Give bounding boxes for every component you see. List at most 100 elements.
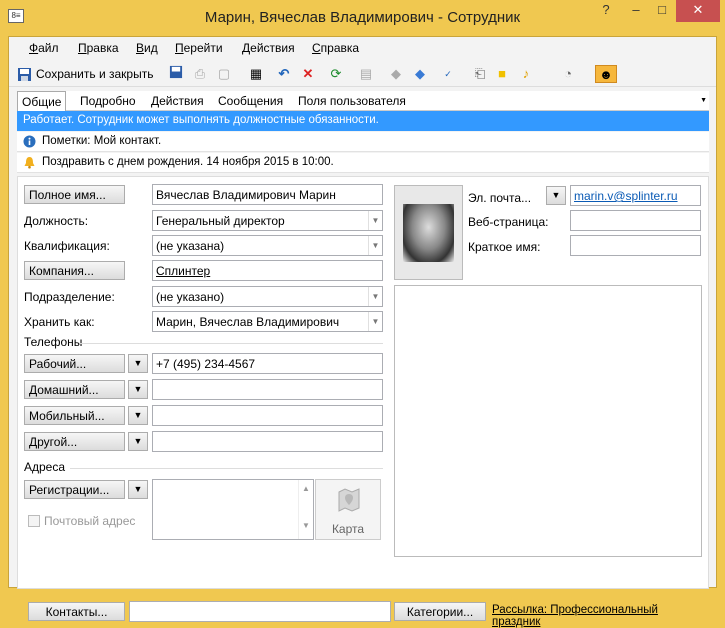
reminder-bell-icon[interactable]: ♪ — [517, 65, 535, 83]
position-select[interactable]: Генеральный директор ▼ — [152, 210, 383, 231]
chevron-down-icon[interactable]: ▼ — [128, 406, 148, 425]
tab-general[interactable]: Общие — [17, 91, 67, 111]
menu-file[interactable]: Файл — [29, 41, 59, 55]
print-icon[interactable]: ⎙ — [191, 65, 209, 83]
chevron-down-icon[interactable]: ▼ — [368, 236, 382, 255]
contact-photo[interactable] — [394, 185, 463, 280]
chevron-down-icon[interactable]: ▼ — [128, 432, 148, 451]
menu-go[interactable]: Перейти — [175, 41, 223, 55]
tab-user-fields[interactable]: Поля пользователя — [298, 94, 406, 108]
chevron-down-icon[interactable]: ▼ — [368, 312, 382, 331]
full-name-button[interactable]: Полное имя... — [24, 185, 125, 204]
spelling-icon[interactable]: ✓ — [439, 65, 457, 83]
notes-infobar: Пометки: Мой контакт. — [17, 132, 709, 152]
map-pin-icon — [338, 488, 360, 512]
help-icon[interactable]: ? — [592, 0, 620, 22]
contact-window: 8≡ Марин, Вячеслав Владимирович - Сотруд… — [0, 0, 725, 628]
postal-address-checkbox[interactable]: Почтовый адрес — [28, 514, 135, 528]
categories-button[interactable]: Категории... — [394, 602, 486, 621]
save-as-select[interactable]: Марин, Вячеслав Владимирович ▼ — [152, 311, 383, 332]
avatar — [403, 204, 454, 262]
web-page-label: Веб-страница: — [468, 215, 549, 229]
minimize-button[interactable]: – — [622, 0, 650, 22]
toolbar: Сохранить и закрыть ⎙ ▢ ▦ ↶ ✕ ⟳ ▤ ◆ ◆ ✓ … — [9, 61, 716, 87]
web-page-field[interactable] — [570, 210, 701, 231]
chevron-down-icon[interactable]: ▼ — [546, 186, 566, 205]
mailing-category-link[interactable]: Рассылка: Профессиональный праздник — [492, 604, 708, 628]
map-button[interactable]: Карта — [315, 479, 381, 540]
map-label: Карта — [331, 522, 365, 536]
contact-person-icon[interactable]: ☻ — [595, 65, 617, 83]
phone-home-field[interactable] — [152, 379, 383, 400]
attach-icon[interactable]: ⎗ — [471, 65, 489, 83]
save-icon — [18, 67, 31, 81]
delete-icon[interactable]: ✕ — [299, 65, 317, 83]
phone-home-button[interactable]: Домашний... — [24, 380, 125, 399]
chevron-down-icon[interactable]: ▼ — [128, 480, 148, 499]
note-icon[interactable]: ■ — [493, 65, 511, 83]
checkbox[interactable] — [28, 515, 40, 527]
notes-text: Пометки: Мой контакт. — [42, 135, 162, 147]
maximize-button[interactable]: □ — [648, 0, 676, 22]
chevron-down-icon[interactable]: ▼ — [128, 354, 148, 373]
tab-messages[interactable]: Сообщения — [218, 94, 283, 108]
company-field[interactable]: Сплинтер — [152, 260, 383, 281]
tab-bar: Общие Подробно Действия Сообщения Поля п… — [17, 91, 709, 111]
department-select[interactable]: (не указано) ▼ — [152, 286, 383, 307]
address-type-button[interactable]: Регистрации... — [24, 480, 125, 499]
phone-work-field[interactable]: +7 (495) 234-4567 — [152, 353, 383, 374]
next-icon[interactable]: ◆ — [411, 65, 429, 83]
full-name-field[interactable]: Вячеслав Владимирович Марин — [152, 184, 383, 205]
menu-actions[interactable]: Действия — [242, 41, 295, 55]
chevron-down-icon[interactable]: ▼ — [368, 287, 382, 306]
menu-view[interactable]: Вид — [136, 41, 158, 55]
reminder-text: Поздравить с днем рождения. 14 ноября 20… — [42, 156, 334, 168]
contacts-field[interactable] — [129, 601, 391, 622]
previous-icon[interactable]: ◆ — [387, 65, 405, 83]
refresh-icon[interactable]: ⟳ — [327, 65, 345, 83]
window-client: Файл Правка Вид Перейти Действия Справка… — [8, 36, 717, 628]
postal-address-label: Почтовый адрес — [44, 514, 136, 528]
timer-icon[interactable]: ◔ — [559, 65, 577, 83]
bell-icon — [24, 157, 35, 169]
phones-divider — [80, 343, 383, 344]
contacts-button[interactable]: Контакты... — [28, 602, 125, 621]
menu-help[interactable]: Справка — [312, 41, 359, 55]
email-field[interactable]: marin.v@splinter.ru — [570, 185, 701, 206]
print-preview-icon[interactable]: ▢ — [215, 65, 233, 83]
close-button[interactable]: ✕ — [676, 0, 720, 22]
company-button[interactable]: Компания... — [24, 261, 125, 280]
phones-header: Телефоны — [24, 335, 83, 349]
save-as-label: Хранить как: — [24, 315, 95, 329]
department-label: Подразделение: — [24, 290, 115, 304]
tab-scroll-icon[interactable]: ▼ — [700, 97, 707, 104]
chevron-down-icon[interactable]: ▼ — [128, 380, 148, 399]
phone-other-field[interactable] — [152, 431, 383, 452]
title-bar: 8≡ Марин, Вячеслав Владимирович - Сотруд… — [0, 0, 725, 36]
phone-mobile-field[interactable] — [152, 405, 383, 426]
undo-icon[interactable]: ↶ — [275, 65, 293, 83]
save-as-value: Марин, Вячеслав Владимирович — [156, 315, 340, 329]
chevron-down-icon[interactable]: ▼ — [368, 211, 382, 230]
notes-textarea[interactable] — [394, 285, 702, 557]
short-name-field[interactable] — [570, 235, 701, 256]
qualification-select[interactable]: (не указана) ▼ — [152, 235, 383, 256]
save-icon[interactable] — [167, 65, 185, 83]
phone-other-button[interactable]: Другой... — [24, 432, 125, 451]
phone-mobile-button[interactable]: Мобильный... — [24, 406, 125, 425]
phone-work-button[interactable]: Рабочий... — [24, 354, 125, 373]
table-icon[interactable]: ▤ — [357, 65, 375, 83]
menu-edit[interactable]: Правка — [78, 41, 119, 55]
save-close-button[interactable]: Сохранить и закрыть — [17, 65, 153, 83]
menu-bar: Файл Правка Вид Перейти Действия Справка — [9, 37, 716, 59]
tab-actions[interactable]: Действия — [151, 94, 204, 108]
save-close-label: Сохранить и закрыть — [36, 67, 154, 81]
tab-details[interactable]: Подробно — [80, 94, 136, 108]
addresses-divider — [70, 468, 383, 469]
general-form: Полное имя... Вячеслав Владимирович Мари… — [17, 176, 709, 628]
address-textarea[interactable]: ▲ ▼ — [152, 479, 314, 540]
short-name-label: Краткое имя: — [468, 240, 541, 254]
info-icon — [23, 135, 36, 148]
properties-icon[interactable]: ▦ — [247, 65, 265, 83]
scrollbar[interactable]: ▲ ▼ — [298, 480, 313, 539]
